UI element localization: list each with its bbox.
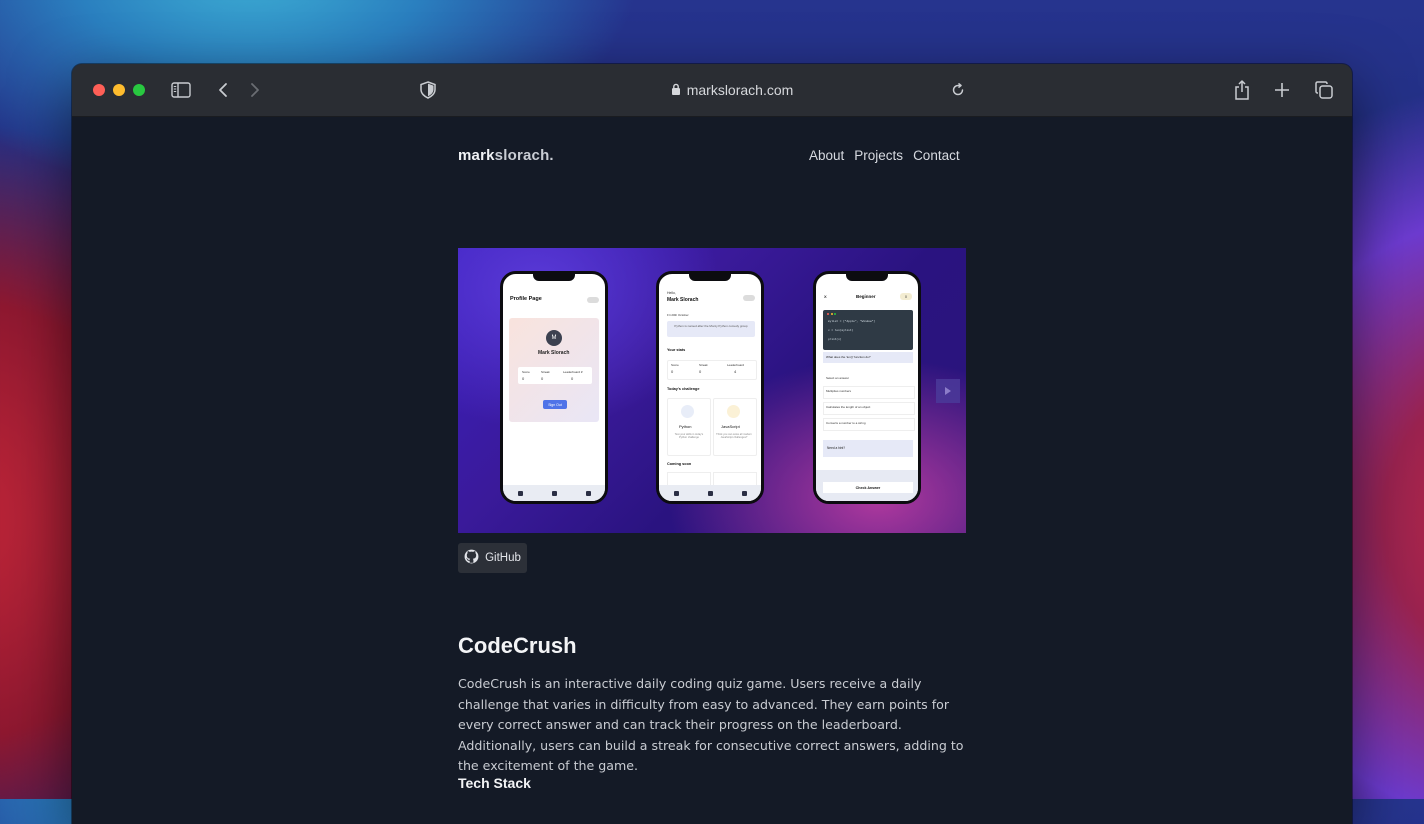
reload-icon[interactable] (946, 78, 970, 102)
github-label: GitHub (485, 552, 521, 564)
forward-icon[interactable] (243, 78, 267, 102)
phone-home: Hello, Mark Slorach Fri 20th October Pyt… (656, 271, 764, 504)
nav-contact[interactable]: Contact (913, 148, 960, 163)
project-title: CodeCrush (458, 633, 577, 658)
site-logo[interactable]: markslorach. (458, 147, 554, 164)
minimize-window-button[interactable] (113, 84, 125, 96)
tab-overview-icon[interactable] (1312, 78, 1336, 102)
share-icon[interactable] (1230, 78, 1254, 102)
github-button[interactable]: GitHub (458, 543, 527, 573)
nav-about[interactable]: About (809, 148, 844, 163)
carousel-next-button[interactable] (936, 379, 960, 403)
sidebar-toggle-icon[interactable] (169, 78, 193, 102)
nav-projects[interactable]: Projects (854, 148, 903, 163)
phone-profile: Profile Page M Mark Slorach Score Streak… (500, 271, 608, 504)
new-tab-icon[interactable] (1270, 78, 1294, 102)
github-icon (464, 549, 479, 567)
project-description: CodeCrush is an interactive daily coding… (458, 676, 964, 774)
lock-icon (671, 82, 681, 98)
project-screenshot: Profile Page M Mark Slorach Score Streak… (458, 248, 966, 533)
address-bar[interactable]: markslorach.com (632, 80, 832, 100)
site-nav: About Projects Contact (809, 148, 960, 163)
zoom-window-button[interactable] (133, 84, 145, 96)
browser-toolbar: markslorach.com (72, 64, 1352, 117)
privacy-shield-icon[interactable] (416, 78, 440, 102)
page-content: markslorach. About Projects Contact Prof… (72, 117, 1352, 824)
browser-window: markslorach.com markslorach. About Proje… (72, 64, 1352, 824)
back-icon[interactable] (211, 78, 235, 102)
phone-quiz: X Beginner 0 mylist = ["Apple", "Window"… (813, 271, 921, 504)
url-text: markslorach.com (686, 82, 794, 98)
close-window-button[interactable] (93, 84, 105, 96)
tech-stack-heading: Tech Stack (458, 775, 531, 791)
